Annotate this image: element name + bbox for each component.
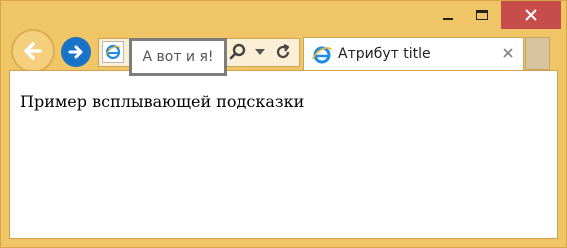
address-dropdown-button[interactable] [252,41,268,63]
minimize-button[interactable] [433,1,463,29]
close-icon [503,48,513,58]
page-text[interactable]: Пример всплывающей подсказки [20,92,304,111]
search-button[interactable] [227,41,249,63]
minimize-icon [443,18,453,20]
tab-title: Атрибут title [338,46,431,62]
maximize-button[interactable] [467,1,497,29]
browser-window: Атрибут title Пример всплывающей подсказ… [0,0,567,248]
back-button[interactable] [11,29,55,73]
page-favicon-icon [102,41,124,63]
tooltip: А вот и я! [129,38,227,76]
back-arrow-icon [24,42,42,60]
chevron-down-icon [255,49,265,55]
tab-close-button[interactable] [499,44,517,62]
page-content: Пример всплывающей подсказки [9,70,558,239]
tab-active[interactable]: Атрибут title [303,37,524,71]
close-button[interactable] [501,1,561,29]
ie-tab-icon [312,46,332,64]
close-icon [525,9,537,21]
maximize-icon [476,10,488,20]
new-tab-button[interactable] [525,37,550,70]
refresh-button[interactable] [272,41,294,63]
refresh-icon [276,44,290,59]
forward-arrow-icon [68,45,83,59]
search-icon [229,43,246,60]
forward-button[interactable] [61,37,91,67]
